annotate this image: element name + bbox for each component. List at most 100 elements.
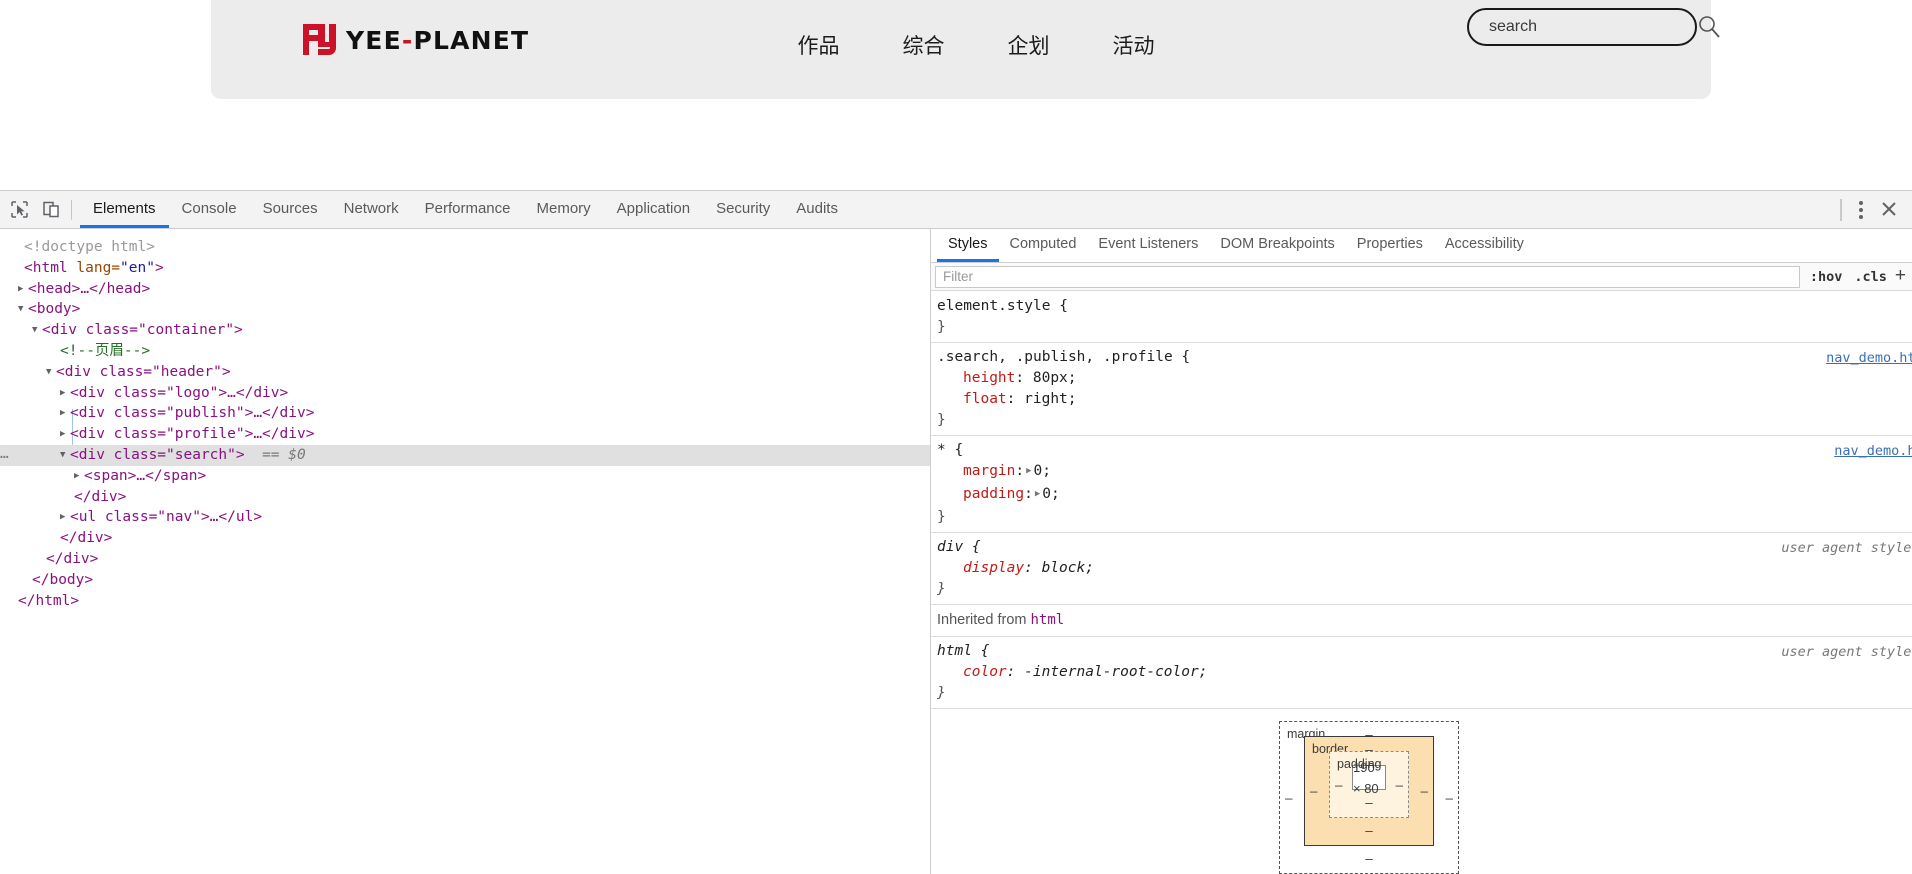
tab-application[interactable]: Application: [604, 191, 703, 228]
logo-text-main: YEE: [346, 25, 402, 55]
dom-row[interactable]: <div class="logo">…</div>: [0, 383, 930, 404]
device-toolbar-icon[interactable]: [40, 199, 62, 221]
expand-triangle-icon[interactable]: [18, 279, 28, 300]
tab-event-listeners[interactable]: Event Listeners: [1087, 229, 1209, 262]
dom-tree[interactable]: <!doctype html> <html lang="en"> <head>……: [0, 229, 930, 874]
tab-label: Elements: [93, 199, 156, 217]
dom-row[interactable]: </div>: [0, 528, 930, 549]
nav-item-works[interactable]: 作品: [766, 30, 871, 60]
search-input[interactable]: [1489, 18, 1696, 36]
css-rule-html-useragent[interactable]: html { color: -internal-root-color; } us…: [931, 637, 1912, 709]
dom-row[interactable]: </body>: [0, 570, 930, 591]
dom-row[interactable]: <!--页眉-->: [0, 341, 930, 362]
box-model-border-left[interactable]: –: [1310, 781, 1318, 802]
node-badge-icon[interactable]: …: [0, 444, 10, 465]
collapse-triangle-icon[interactable]: [60, 445, 70, 466]
styles-pane: Styles Computed Event Listeners DOM Brea…: [931, 229, 1912, 874]
css-rule-div-useragent[interactable]: div { display: block; } user agent style…: [931, 533, 1912, 605]
expand-shorthand-icon[interactable]: ▶: [1033, 484, 1042, 505]
tab-sources[interactable]: Sources: [250, 191, 331, 228]
tab-accessibility[interactable]: Accessibility: [1434, 229, 1535, 262]
box-model-margin-bottom[interactable]: –: [1280, 846, 1458, 869]
nav-item-activity[interactable]: 活动: [1081, 30, 1186, 60]
dom-row[interactable]: <div class="container">: [0, 320, 930, 341]
css-rule-search-publish-profile[interactable]: .search, .publish, .profile { height: 80…: [931, 343, 1912, 436]
search-box[interactable]: [1467, 8, 1720, 46]
declaration-value: : 80px;: [1015, 370, 1077, 386]
more-options-icon[interactable]: [1856, 198, 1866, 222]
dom-row[interactable]: <div class="profile">…</div>: [0, 424, 930, 445]
rule-closing: }: [937, 319, 946, 335]
box-model-padding[interactable]: padding – – – 190 × 80 –: [1329, 751, 1409, 818]
close-devtools-icon[interactable]: [1880, 200, 1900, 220]
nav-item-label: 综合: [902, 34, 945, 58]
css-rule-element-style[interactable]: element.style { }: [931, 292, 1912, 343]
dom-row[interactable]: <ul class="nav">…</ul>: [0, 507, 930, 528]
styles-filter-input[interactable]: [935, 265, 1800, 288]
declaration-value-text: 0;: [1042, 486, 1060, 502]
tab-performance[interactable]: Performance: [412, 191, 524, 228]
expand-triangle-icon[interactable]: [60, 507, 70, 528]
dom-row[interactable]: <head>…</head>: [0, 279, 930, 300]
tab-dom-breakpoints[interactable]: DOM Breakpoints: [1209, 229, 1345, 262]
tab-security[interactable]: Security: [703, 191, 783, 228]
box-model-margin[interactable]: margin – – – border – – – padding – – – …: [1279, 721, 1459, 874]
tab-memory[interactable]: Memory: [524, 191, 604, 228]
inspect-element-icon[interactable]: [8, 199, 30, 221]
new-style-rule-button[interactable]: +: [1893, 266, 1912, 288]
tab-audits[interactable]: Audits: [783, 191, 851, 228]
dom-row-selected[interactable]: … <div class="search"> == $0: [0, 444, 930, 466]
collapse-triangle-icon[interactable]: [32, 320, 42, 341]
hover-state-button[interactable]: :hov: [1804, 269, 1849, 285]
expand-triangle-icon[interactable]: [60, 424, 70, 445]
css-declaration[interactable]: float: right;: [937, 389, 1912, 410]
box-model-margin-right[interactable]: –: [1445, 787, 1453, 808]
tab-elements[interactable]: Elements: [80, 191, 169, 228]
dom-row[interactable]: </div>: [0, 549, 930, 570]
nav-item-comprehensive[interactable]: 综合: [871, 30, 976, 60]
box-model-border[interactable]: border – – – padding – – – 190 × 80 – –: [1304, 736, 1434, 846]
collapse-triangle-icon[interactable]: [18, 299, 28, 320]
declaration-property: float: [963, 391, 1007, 407]
tab-label: DOM Breakpoints: [1220, 236, 1335, 252]
css-declaration[interactable]: height: 80px;: [937, 368, 1912, 389]
rule-selector: html {: [937, 643, 990, 659]
collapse-triangle-icon[interactable]: [46, 362, 56, 383]
dom-row[interactable]: <span>…</span>: [0, 466, 930, 487]
class-editor-button[interactable]: .cls: [1848, 269, 1893, 285]
box-model-padding-top[interactable]: –: [1330, 754, 1408, 775]
nav-item-planning[interactable]: 企划: [976, 30, 1081, 60]
expand-triangle-icon[interactable]: [74, 466, 84, 487]
css-declaration[interactable]: padding: ▶ 0;: [937, 484, 1912, 507]
declaration-value-text: 0;: [1033, 463, 1052, 479]
dom-row[interactable]: <div class="header">: [0, 362, 930, 383]
dom-row[interactable]: </div>: [0, 487, 930, 508]
dom-row[interactable]: <!doctype html>: [0, 237, 930, 258]
expand-triangle-icon[interactable]: [60, 383, 70, 404]
dom-row[interactable]: </html>: [0, 591, 930, 612]
box-model-border-right[interactable]: –: [1420, 781, 1428, 802]
logo-node: <div class="logo">…</div>: [70, 384, 289, 401]
rule-source-link[interactable]: nav_demo.html:: [1834, 441, 1912, 462]
expand-shorthand-icon[interactable]: ▶: [1024, 461, 1033, 482]
css-declaration[interactable]: color: -internal-root-color;: [937, 662, 1912, 683]
box-model-padding-right[interactable]: –: [1395, 774, 1403, 795]
logo[interactable]: YEE-PLANET: [301, 21, 529, 59]
rule-source-link[interactable]: nav_demo.html:3: [1826, 348, 1912, 369]
dom-row[interactable]: <div class="publish">…</div>: [0, 403, 930, 424]
dom-row[interactable]: <html lang="en">: [0, 258, 930, 279]
box-model-padding-left[interactable]: –: [1335, 774, 1343, 795]
tab-styles[interactable]: Styles: [937, 229, 999, 262]
css-rule-universal[interactable]: * { margin:▶0; padding:▶0; } nav_demo.ht…: [931, 436, 1912, 533]
expand-triangle-icon[interactable]: [60, 403, 70, 424]
css-declaration[interactable]: margin: ▶ 0;: [937, 461, 1912, 484]
tab-network[interactable]: Network: [331, 191, 412, 228]
tab-computed[interactable]: Computed: [999, 229, 1088, 262]
box-model-border-bottom[interactable]: –: [1305, 818, 1433, 841]
dom-row[interactable]: <body>: [0, 299, 930, 320]
tab-console[interactable]: Console: [169, 191, 250, 228]
tab-properties[interactable]: Properties: [1346, 229, 1434, 262]
css-declaration[interactable]: display: block;: [937, 558, 1912, 579]
magnifier-icon[interactable]: [1696, 14, 1722, 40]
box-model-margin-left[interactable]: –: [1285, 787, 1293, 808]
